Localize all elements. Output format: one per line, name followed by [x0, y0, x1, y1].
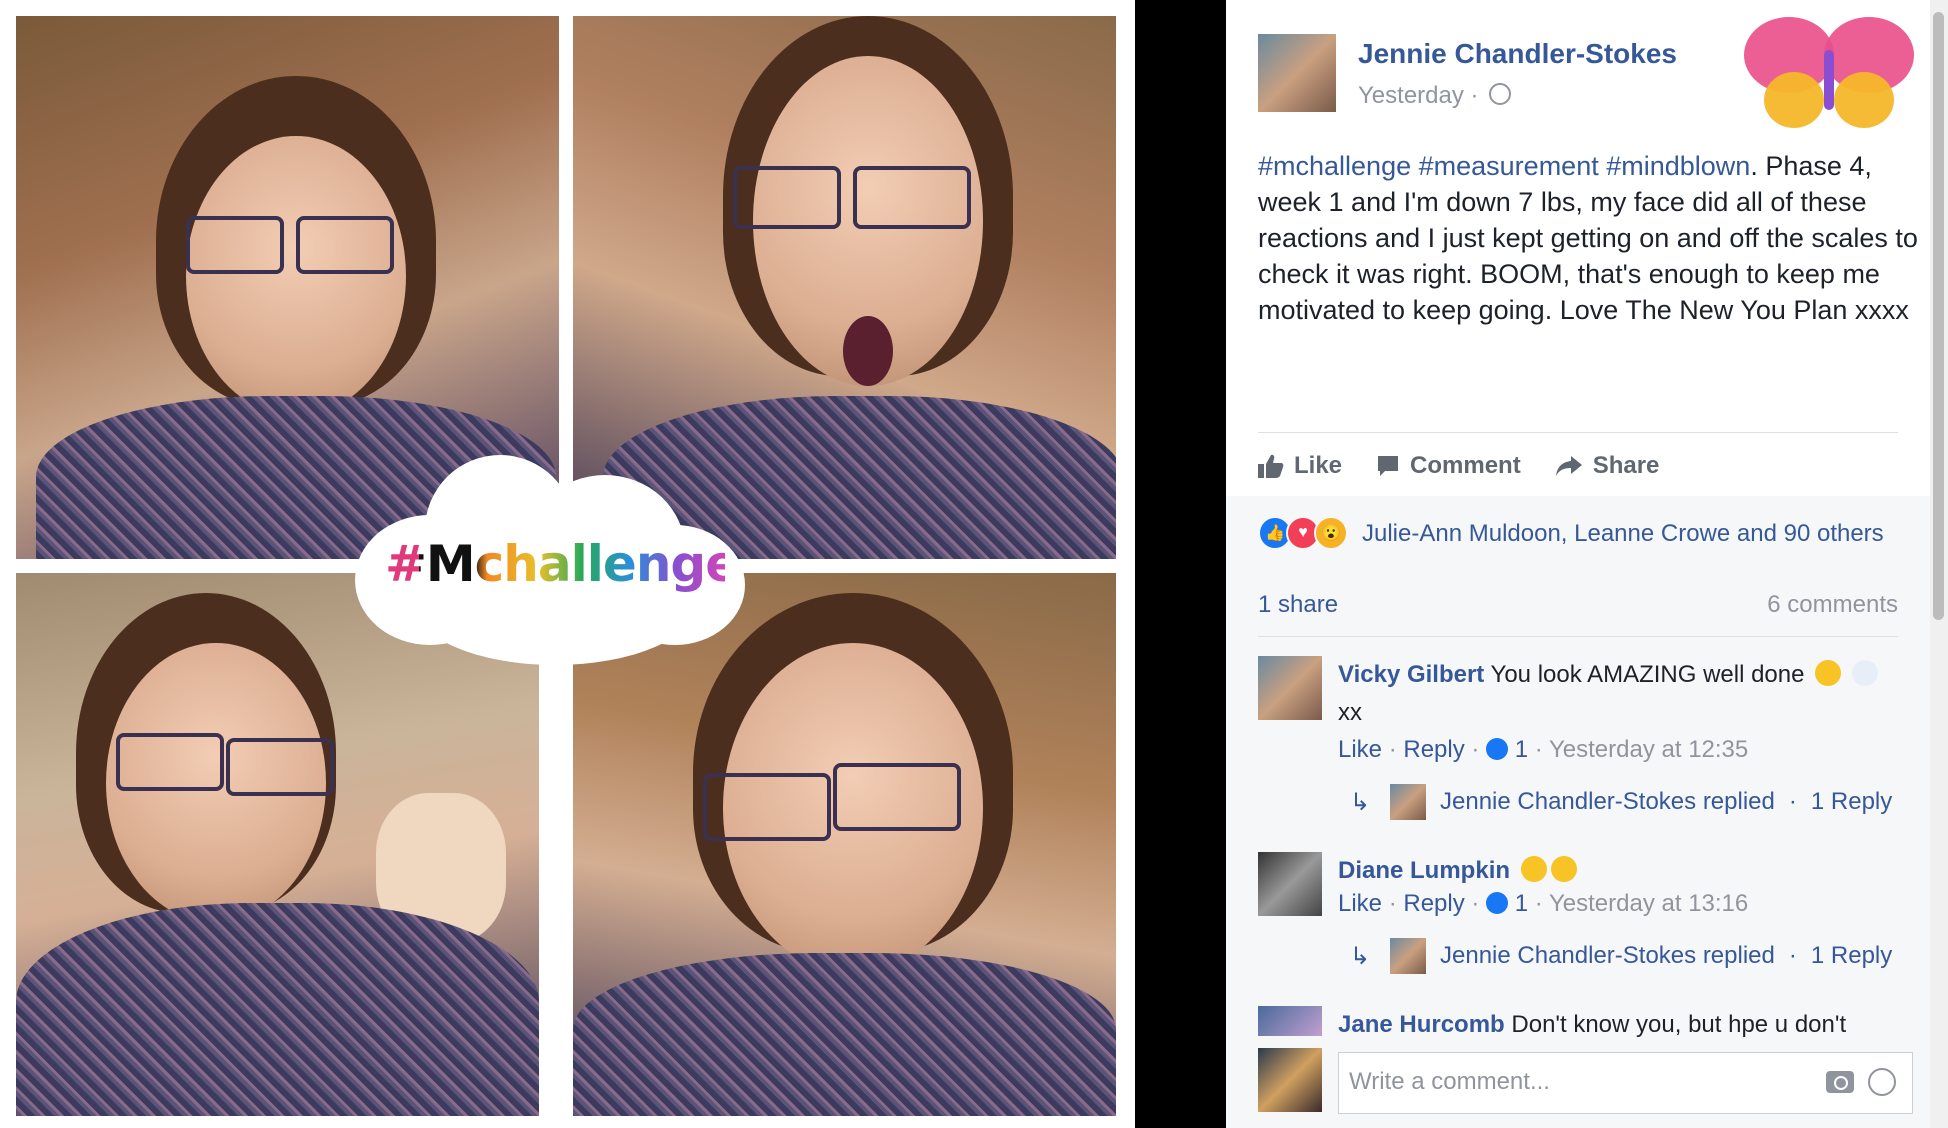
- comment-body: Jane Hurcomb Don't know you, but hpe u d…: [1338, 1006, 1898, 1044]
- commenter-avatar[interactable]: [1258, 656, 1322, 720]
- commenter-name[interactable]: Diane Lumpkin: [1338, 857, 1510, 884]
- face-shape: [186, 136, 406, 416]
- like-button[interactable]: Like: [1258, 446, 1342, 486]
- comment-time[interactable]: Yesterday at 13:16: [1549, 890, 1748, 917]
- hashtag-cloud-badge: #Mchallenge: [355, 445, 745, 665]
- reply-arrow-icon: ↳: [1350, 942, 1371, 970]
- comment-like-count[interactable]: 1: [1515, 890, 1528, 917]
- comment-reply-link[interactable]: Reply: [1403, 736, 1464, 763]
- glasses-shape: [703, 773, 831, 841]
- post-body-text: #mchallenge #measurement #mindblown. Pha…: [1258, 148, 1918, 328]
- divider: [1258, 636, 1898, 637]
- commenter-avatar[interactable]: [1258, 1006, 1322, 1036]
- post-timestamp[interactable]: Yesterday ·: [1358, 82, 1512, 110]
- glasses-shape: [733, 166, 841, 229]
- kissing-face-icon: [1550, 856, 1577, 882]
- clapping-hands-icon: [1851, 660, 1878, 686]
- reply-count-text: 1 Reply: [1810, 942, 1893, 969]
- post-author-name[interactable]: Jennie Chandler-Stokes: [1358, 38, 1677, 70]
- comment-composer: [1258, 1048, 1913, 1118]
- commenter-name[interactable]: Jane Hurcomb: [1338, 1011, 1505, 1038]
- comment-time[interactable]: Yesterday at 12:35: [1549, 736, 1748, 763]
- sweater-shape: [16, 903, 539, 1116]
- shares-count-link[interactable]: 1 share: [1258, 591, 1338, 619]
- glasses-shape: [116, 733, 224, 791]
- comment-input-box[interactable]: [1338, 1052, 1913, 1114]
- replier-avatar: [1390, 938, 1426, 974]
- comment-bubble-icon: [1378, 456, 1399, 476]
- glasses-shape: [833, 763, 961, 831]
- post-time-text[interactable]: Yesterday: [1358, 82, 1464, 109]
- sweater-shape: [573, 953, 1116, 1116]
- reply-thread-link[interactable]: ↳ Jennie Chandler-Stokes replied · 1 Repl…: [1350, 938, 1892, 974]
- replied-by-text: Jennie Chandler-Stokes replied: [1440, 788, 1775, 815]
- share-arrow-icon: [1555, 456, 1582, 476]
- globe-icon: [1489, 83, 1512, 105]
- comment-like-link[interactable]: Like: [1338, 890, 1382, 917]
- butterfly-logo-icon: [1744, 17, 1914, 128]
- share-button-label: Share: [1592, 452, 1660, 479]
- like-count-icon: [1486, 892, 1509, 914]
- comment-like-link[interactable]: Like: [1338, 736, 1382, 763]
- hashtag-link[interactable]: #mchallenge: [1258, 151, 1411, 181]
- comments-count-link[interactable]: 6 comments: [1767, 591, 1898, 619]
- hashtag-link[interactable]: #measurement: [1419, 151, 1599, 181]
- glasses-shape: [186, 216, 284, 274]
- hashtag-link[interactable]: #mindblown: [1606, 151, 1750, 181]
- like-button-label: Like: [1294, 452, 1343, 479]
- glasses-shape: [296, 216, 394, 274]
- reaction-icons[interactable]: 👍 ♥ 😮: [1258, 516, 1348, 550]
- post-action-bar: Like Comment Share: [1258, 446, 1898, 486]
- comment-item: Jane Hurcomb Don't know you, but hpe u d…: [1258, 1006, 1908, 1046]
- camera-icon[interactable]: [1826, 1071, 1854, 1093]
- commenter-avatar[interactable]: [1258, 852, 1322, 916]
- comment-body: Vicky Gilbert You look AMAZING well done…: [1338, 656, 1898, 732]
- like-count-icon: [1486, 738, 1509, 760]
- scrollbar[interactable]: [1930, 0, 1948, 1128]
- glasses-shape: [853, 166, 971, 229]
- collage-hashtag-text: #Mchallenge: [385, 535, 739, 593]
- replier-avatar: [1390, 784, 1426, 820]
- reply-count-text: 1 Reply: [1810, 788, 1893, 815]
- comment-text: Don't know you, but hpe u don't: [1511, 1011, 1847, 1038]
- comment-text-cont: xx: [1338, 699, 1362, 726]
- wow-icon: 😮: [1314, 516, 1348, 550]
- comment-body: Diane Lumpkin: [1338, 852, 1898, 890]
- comment-reply-link[interactable]: Reply: [1403, 890, 1464, 917]
- comment-text: You look AMAZING well done: [1490, 661, 1805, 688]
- scrollbar-thumb[interactable]: [1933, 12, 1944, 620]
- emoji-picker-icon[interactable]: [1868, 1068, 1896, 1096]
- open-mouth-shape: [843, 316, 893, 386]
- comment-like-count[interactable]: 1: [1515, 736, 1528, 763]
- reaction-summary-link[interactable]: Julie-Ann Muldoon, Leanne Crowe and 90 o…: [1362, 520, 1884, 548]
- comment-input[interactable]: [1347, 1067, 1791, 1097]
- current-user-avatar: [1258, 1048, 1322, 1112]
- replied-by-text: Jennie Chandler-Stokes replied: [1440, 942, 1775, 969]
- post-feedback-section: 👍 ♥ 😮 Julie-Ann Muldoon, Leanne Crowe an…: [1226, 496, 1930, 1128]
- author-avatar[interactable]: [1258, 34, 1336, 112]
- comment-meta: Like · Reply · 1 · Yesterday at 12:35: [1338, 736, 1749, 763]
- photo-collage[interactable]: #Mchallenge: [0, 0, 1135, 1128]
- comment-button-label: Comment: [1410, 452, 1521, 479]
- facebook-post-panel: Jennie Chandler-Stokes Yesterday · #mcha…: [1226, 0, 1930, 1128]
- comment-meta: Like · Reply · 1 · Yesterday at 13:16: [1338, 890, 1749, 917]
- share-button[interactable]: Share: [1555, 446, 1660, 486]
- comment-button[interactable]: Comment: [1376, 446, 1521, 486]
- thumbs-up-icon: [1258, 454, 1284, 478]
- glasses-shape: [226, 738, 334, 796]
- emoji-icon: [1815, 660, 1842, 686]
- reply-thread-link[interactable]: ↳ Jennie Chandler-Stokes replied · 1 Repl…: [1350, 784, 1892, 820]
- kissing-face-icon: [1520, 856, 1547, 882]
- reply-arrow-icon: ↳: [1350, 788, 1371, 816]
- divider: [1258, 432, 1898, 433]
- commenter-name[interactable]: Vicky Gilbert: [1338, 661, 1484, 688]
